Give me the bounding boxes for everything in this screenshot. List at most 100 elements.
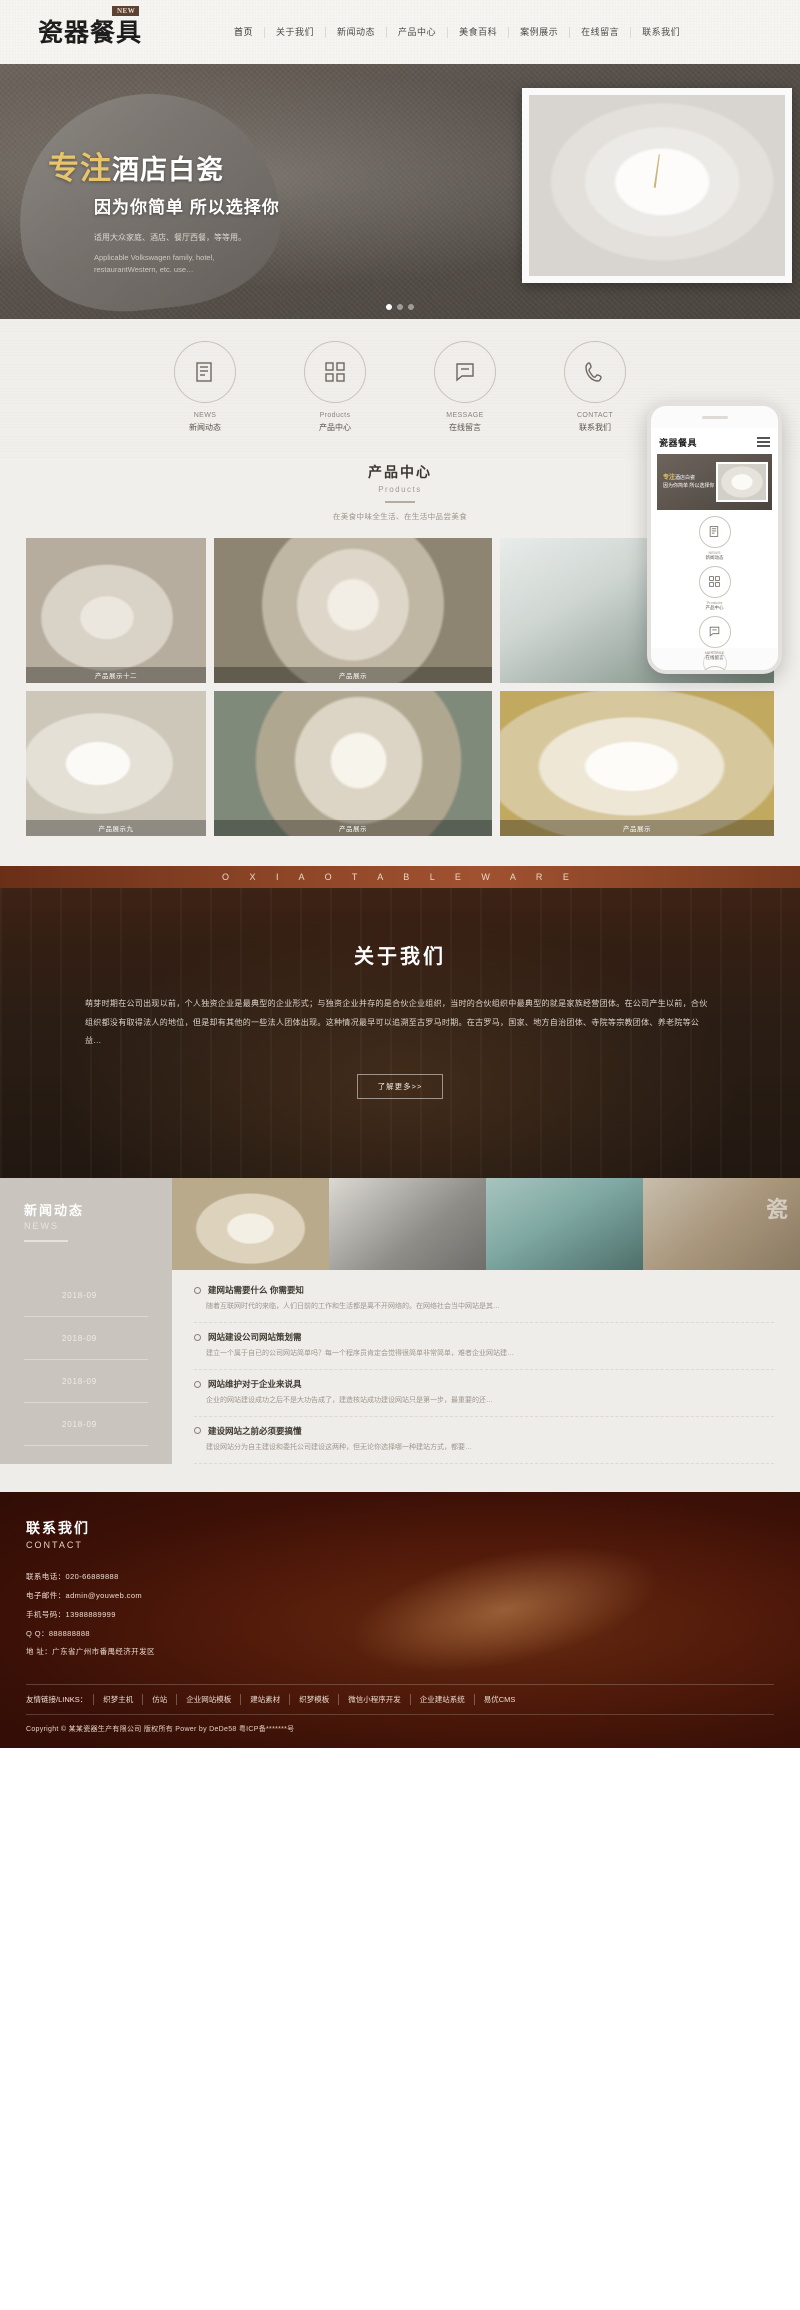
contact-line: Q Q：888888888 (26, 1628, 90, 1638)
grid-icon (304, 341, 366, 403)
nav-item-1[interactable]: 关于我们 (264, 26, 325, 38)
nav-item-3[interactable]: 产品中心 (386, 26, 447, 38)
news-image-strip (172, 1178, 800, 1271)
title-rule (385, 501, 415, 504)
phone-tile-联系我们[interactable]: CONTACT联系我们 (687, 665, 743, 671)
friend-link-6[interactable]: 企业建站系统 (409, 1694, 474, 1706)
news-item[interactable]: 网站维护对于企业来说具 企业的网站建设成功之后不是大功告成了，建造核站成功建设网站… (194, 1370, 774, 1417)
nav-item-5[interactable]: 案例展示 (508, 26, 569, 38)
grid-icon (698, 565, 731, 598)
about-section: 关于我们 萌芽时期在公司出现以前，个人独资企业是最典型的企业形式；与独资企业并存… (0, 888, 800, 1179)
nav-item-6[interactable]: 在线留言 (569, 26, 630, 38)
phone-banner: 专注酒店白瓷 因为你简单 所以选择你 (657, 453, 772, 510)
service-shortcut-新闻动态[interactable]: NEWS 新闻动态 (162, 341, 248, 434)
carousel-dot-1[interactable] (386, 304, 392, 310)
products-section: 产品中心 Products 在美食中味全生活、在生活中品尝美食 产品展示十二 产… (0, 402, 800, 867)
product-card[interactable]: 产品展示 (500, 691, 774, 837)
contact-line: 电子邮件：admin@youweb.com (26, 1591, 143, 1601)
news-date[interactable]: 2018-09 (24, 1360, 148, 1404)
service-shortcut-联系我们[interactable]: CONTACT 联系我们 (552, 341, 638, 434)
phone-tile-cn: 在线留言 (705, 654, 724, 660)
product-card[interactable]: 产品展示九 (26, 691, 206, 837)
phone-banner-image (716, 461, 768, 502)
friend-link-2[interactable]: 企业网站模板 (176, 1694, 240, 1706)
friend-link-7[interactable]: 易优CMS (473, 1694, 525, 1706)
phone-tile-cn: 新闻动态 (705, 554, 724, 560)
phone-tile-新闻动态[interactable]: NEWS 新闻动态 (687, 515, 743, 561)
news-item-desc: 建设网站分为自主建设和委托公司建设这两种，但无论你选择哪一种建站方式，都要… (206, 1443, 472, 1451)
about-more-button[interactable]: 了解更多>> (356, 1074, 444, 1100)
carousel-dot-3[interactable] (408, 304, 414, 310)
phone-tiles: NEWS新闻动态Products产品中心MESSAGE在线留言 CONTACT联系… (657, 510, 772, 671)
news-title-cn: 新闻动态 (24, 1203, 85, 1219)
hero-description-en: Applicable Volkswagen family, hotel, res… (94, 253, 215, 275)
news-image (329, 1178, 486, 1271)
product-card[interactable]: 产品展示十二 (26, 538, 206, 684)
phone-tile-产品中心[interactable]: Products 产品中心 (687, 565, 743, 611)
hero-subhead: 因为你简单 所以选择你 (94, 198, 280, 218)
product-card[interactable]: 产品展示 (214, 538, 492, 684)
product-image (214, 691, 492, 837)
nav-item-0[interactable]: 首页 (223, 27, 264, 38)
phone-header: 瓷器餐具 (657, 433, 772, 454)
friend-links: 友情链接/LINKS： 织梦主机 仿站 企业网站模板 建站素材 织梦模板 微信小程序开发企… (26, 1684, 774, 1714)
hero-headline-rest: 酒店白瓷 (112, 155, 224, 185)
service-shortcut-在线留言[interactable]: MESSAGE 在线留言 (422, 341, 508, 434)
hero-carousel-dots[interactable] (386, 304, 414, 310)
product-image (500, 691, 774, 837)
hero-plate-photo (522, 88, 792, 283)
news-date[interactable]: 2018-09 (24, 1403, 148, 1447)
service-label-en: Products (319, 412, 351, 419)
hero-banner: 专注酒店白瓷 因为你简单 所以选择你 适用大众家庭、酒店、餐厅西餐，等等用。 A… (0, 64, 800, 319)
nav-item-4[interactable]: 美食百科 (447, 26, 508, 38)
friend-link-5[interactable]: 微信小程序开发 (338, 1694, 410, 1706)
nav-item-7[interactable]: 联系我们 (630, 26, 691, 38)
logo[interactable]: NEW 瓷器餐具 (20, 5, 195, 47)
phone-icon (698, 665, 731, 671)
contact-footer: 联系我们 CONTACT 联系电话：020-66889888 电子邮件：admin… (0, 1492, 800, 1749)
contact-line: 地 址：广东省广州市番禺经济开发区 (26, 1647, 155, 1657)
news-item[interactable]: 建网站需要什么 你需要知 随着互联网时代的来临，人们日前的工作和生活都是离不开网络… (194, 1276, 774, 1324)
product-caption: 产品展示九 (26, 820, 206, 837)
news-list: 建网站需要什么 你需要知 随着互联网时代的来临，人们日前的工作和生活都是离不开网络… (172, 1270, 800, 1464)
hamburger-menu-icon[interactable] (757, 435, 770, 449)
message-icon (434, 341, 496, 403)
service-label-en: CONTACT (576, 412, 614, 419)
friend-link-4[interactable]: 织梦模板 (289, 1694, 338, 1706)
product-caption: 产品展示十二 (26, 667, 206, 684)
contact-details: 联系电话：020-66889888 电子邮件：admin@youweb.com 手机… (26, 1568, 774, 1662)
news-body-row: 2018-09 2018-09 2018-09 2018-09 建网站需要什么 你需要… (0, 1270, 800, 1465)
news-date[interactable]: 2018-09 (24, 1274, 148, 1318)
friend-link-3[interactable]: 建站素材 (240, 1694, 289, 1706)
news-item-desc: 建立一个属于自已的公司网站简单吗？每一个程序员肯定会觉得很简单非常简单，难者企业… (206, 1350, 514, 1358)
phone-tile-cn: 产品中心 (705, 604, 724, 610)
hero-accent-word: 专注 (48, 151, 112, 186)
friend-link-1[interactable]: 仿站 (142, 1694, 176, 1706)
news-date[interactable]: 2018-09 (24, 1317, 148, 1361)
about-paragraph: 萌芽时期在公司出现以前，个人独资企业是最典型的企业形式；与独资企业并存的是合伙企… (85, 999, 708, 1046)
news-image (643, 1178, 800, 1271)
news-item[interactable]: 网站建设公司网站策划需 建立一个属于自已的公司网站简单吗？每一个程序员肯定会觉得很… (194, 1323, 774, 1371)
phone-screen: 瓷器餐具 专注酒店白瓷 因为你简单 所以选择你 NEWS 新闻动态 Products… (651, 428, 778, 671)
carousel-dot-2[interactable] (397, 304, 403, 310)
product-image (214, 538, 492, 684)
news-item[interactable]: 建设网站之前必须要搞懂 建设网站分为自主建设和委托公司建设这两种，但无论你选择哪一… (194, 1417, 774, 1464)
news-item-desc: 企业的网站建设成功之后不是大功告成了，建造核站成功建设网站只是第一步，最重要的还… (206, 1397, 493, 1405)
phone-mockup: 瓷器餐具 专注酒店白瓷 因为你简单 所以选择你 NEWS 新闻动态 Products… (647, 402, 782, 675)
decorative-marquee: O X I A O T A B L E W A R E (0, 866, 800, 889)
news-date-column: 2018-09 2018-09 2018-09 2018-09 (0, 1270, 172, 1465)
service-label-en: MESSAGE (446, 412, 484, 419)
contact-title-en: CONTACT (26, 1540, 83, 1551)
nav-item-2[interactable]: 新闻动态 (325, 26, 386, 38)
product-card[interactable]: 产品展示 (214, 691, 492, 837)
phone-tile-在线留言[interactable]: MESSAGE 在线留言 (687, 615, 743, 661)
service-label-cn: 联系我们 (579, 422, 611, 432)
main-navigation: 首页 关于我们 新闻动态 产品中心 美食百科 案例展示 在线留言 联系我们 (223, 26, 691, 38)
friend-link-0[interactable]: 织梦主机 (93, 1694, 142, 1706)
phone-banner-title: 酒店白瓷 (675, 474, 696, 481)
contact-title-cn: 联系我们 (26, 1520, 90, 1537)
service-shortcut-产品中心[interactable]: Products 产品中心 (292, 341, 378, 434)
contact-line: 手机号码：13988889999 (26, 1609, 116, 1619)
phone-banner-copy: 专注酒店白瓷 因为你简单 所以选择你 (657, 474, 714, 491)
logo-text: 瓷器餐具 (38, 17, 143, 47)
